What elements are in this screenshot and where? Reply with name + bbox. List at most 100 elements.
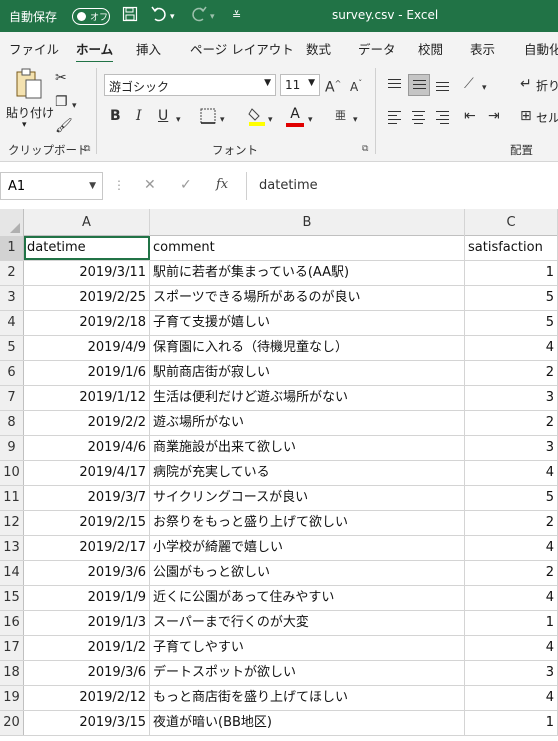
row-header[interactable]: 19 — [0, 686, 24, 710]
cell-satisfaction[interactable]: 2 — [465, 411, 558, 435]
paste-button-label[interactable]: 貼り付け — [6, 104, 54, 121]
italic-button[interactable]: I — [136, 108, 142, 124]
clipboard-launcher-icon[interactable]: ⧉ — [84, 144, 90, 154]
cell-datetime[interactable]: 2019/3/7 — [24, 486, 150, 510]
tab-review[interactable]: 校閲 — [418, 39, 443, 58]
cell-datetime[interactable]: 2019/4/9 — [24, 336, 150, 360]
cell-satisfaction[interactable]: 4 — [465, 336, 558, 360]
cell-satisfaction[interactable]: 1 — [465, 261, 558, 285]
increase-indent-icon[interactable]: ⇥ — [488, 108, 500, 124]
cell-comment[interactable]: スポーツできる場所があるのが良い — [150, 286, 465, 310]
row-header[interactable]: 8 — [0, 411, 24, 435]
row-header[interactable]: 6 — [0, 361, 24, 385]
cell-datetime[interactable]: datetime — [24, 236, 150, 260]
select-all-button[interactable] — [0, 209, 24, 236]
column-header-c[interactable]: C — [465, 209, 558, 236]
cell-satisfaction[interactable]: 3 — [465, 436, 558, 460]
font-size-select[interactable]: 11 ▼ — [280, 74, 320, 96]
format-painter-icon[interactable]: 🖌 — [55, 118, 73, 134]
cell-satisfaction[interactable]: 5 — [465, 486, 558, 510]
tab-file[interactable]: ファイル — [9, 39, 59, 58]
align-bottom-icon[interactable] — [432, 74, 454, 96]
cell-comment[interactable]: comment — [150, 236, 465, 260]
row-header[interactable]: 10 — [0, 461, 24, 485]
phonetic-icon[interactable]: 亜 — [335, 108, 346, 124]
cell-comment[interactable]: 駅前に若者が集まっている(AA駅) — [150, 261, 465, 285]
cell-satisfaction[interactable]: 3 — [465, 661, 558, 685]
cell-satisfaction[interactable]: 2 — [465, 561, 558, 585]
align-top-icon[interactable] — [384, 74, 406, 96]
undo-icon[interactable] — [150, 6, 168, 26]
orientation-icon[interactable]: ⟋ — [464, 76, 474, 92]
cell-satisfaction[interactable]: 5 — [465, 286, 558, 310]
borders-dropdown-icon[interactable]: ▾ — [220, 112, 225, 128]
cell-datetime[interactable]: 2019/1/9 — [24, 586, 150, 610]
undo-dropdown-icon[interactable]: ▾ — [170, 8, 175, 26]
cell-comment[interactable]: もっと商店街を盛り上げてほしい — [150, 686, 465, 710]
tab-view[interactable]: 表示 — [470, 39, 495, 58]
cell-datetime[interactable]: 2019/3/6 — [24, 661, 150, 685]
cell-comment[interactable]: 子育て支援が嬉しい — [150, 311, 465, 335]
row-header[interactable]: 3 — [0, 286, 24, 310]
cut-icon[interactable]: ✂ — [55, 70, 67, 86]
cell-datetime[interactable]: 2019/4/17 — [24, 461, 150, 485]
cell-datetime[interactable]: 2019/2/2 — [24, 411, 150, 435]
cell-comment[interactable]: 保育園に入れる（待機児童なし） — [150, 336, 465, 360]
cell-comment[interactable]: 商業施設が出来て欲しい — [150, 436, 465, 460]
cell-comment[interactable]: 子育てしやすい — [150, 636, 465, 660]
align-center-icon[interactable] — [408, 106, 430, 128]
row-header[interactable]: 16 — [0, 611, 24, 635]
align-left-icon[interactable] — [384, 106, 406, 128]
font-launcher-icon[interactable]: ⧉ — [362, 144, 368, 154]
align-right-icon[interactable] — [432, 106, 454, 128]
cell-satisfaction[interactable]: 5 — [465, 311, 558, 335]
row-header[interactable]: 4 — [0, 311, 24, 335]
cell-comment[interactable]: スーパーまで行くのが大変 — [150, 611, 465, 635]
cell-comment[interactable]: 公園がもっと欲しい — [150, 561, 465, 585]
redo-icon[interactable] — [190, 6, 208, 26]
formula-input[interactable]: datetime — [246, 172, 558, 200]
cell-comment[interactable]: デートスポットが欲しい — [150, 661, 465, 685]
row-header[interactable]: 15 — [0, 586, 24, 610]
cell-datetime[interactable]: 2019/3/11 — [24, 261, 150, 285]
cell-comment[interactable]: 駅前商店街が寂しい — [150, 361, 465, 385]
cell-datetime[interactable]: 2019/2/17 — [24, 536, 150, 560]
cell-comment[interactable]: 近くに公園があって住みやすい — [150, 586, 465, 610]
copy-icon[interactable]: ❐ — [55, 94, 68, 110]
paste-dropdown-icon[interactable]: ▾ — [22, 120, 27, 130]
cell-datetime[interactable]: 2019/1/2 — [24, 636, 150, 660]
cell-satisfaction[interactable]: 1 — [465, 711, 558, 735]
cell-datetime[interactable]: 2019/1/6 — [24, 361, 150, 385]
cell-datetime[interactable]: 2019/1/12 — [24, 386, 150, 410]
tab-data[interactable]: データ — [358, 39, 396, 58]
row-header[interactable]: 5 — [0, 336, 24, 360]
borders-icon[interactable] — [200, 108, 216, 128]
cell-satisfaction[interactable]: 2 — [465, 511, 558, 535]
cell-satisfaction[interactable]: 4 — [465, 586, 558, 610]
column-header-a[interactable]: A — [24, 209, 150, 236]
row-header[interactable]: 7 — [0, 386, 24, 410]
row-header[interactable]: 17 — [0, 636, 24, 660]
align-middle-icon[interactable] — [408, 74, 430, 96]
phonetic-dropdown-icon[interactable]: ▾ — [353, 112, 358, 128]
row-header[interactable]: 13 — [0, 536, 24, 560]
bold-button[interactable]: B — [110, 108, 121, 124]
cell-satisfaction[interactable]: 4 — [465, 686, 558, 710]
fill-color-dropdown-icon[interactable]: ▾ — [268, 112, 273, 128]
cell-satisfaction[interactable]: satisfaction — [465, 236, 558, 260]
cell-satisfaction[interactable]: 4 — [465, 636, 558, 660]
font-color-icon[interactable]: A — [286, 106, 304, 127]
insert-function-icon[interactable]: fx — [216, 177, 228, 192]
tab-automate[interactable]: 自動化 — [524, 39, 558, 58]
row-header[interactable]: 2 — [0, 261, 24, 285]
underline-dropdown-icon[interactable]: ▾ — [176, 112, 181, 128]
tab-home[interactable]: ホーム — [76, 39, 114, 63]
name-box[interactable]: A1 ▼ — [0, 172, 103, 200]
redo-dropdown-icon[interactable]: ▾ — [210, 8, 215, 26]
row-header[interactable]: 14 — [0, 561, 24, 585]
grow-font-icon[interactable]: A^ — [325, 76, 341, 96]
cell-comment[interactable]: 小学校が綺麗で嬉しい — [150, 536, 465, 560]
cell-comment[interactable]: サイクリングコースが良い — [150, 486, 465, 510]
autosave-toggle[interactable]: オフ — [72, 8, 110, 25]
cell-datetime[interactable]: 2019/1/3 — [24, 611, 150, 635]
